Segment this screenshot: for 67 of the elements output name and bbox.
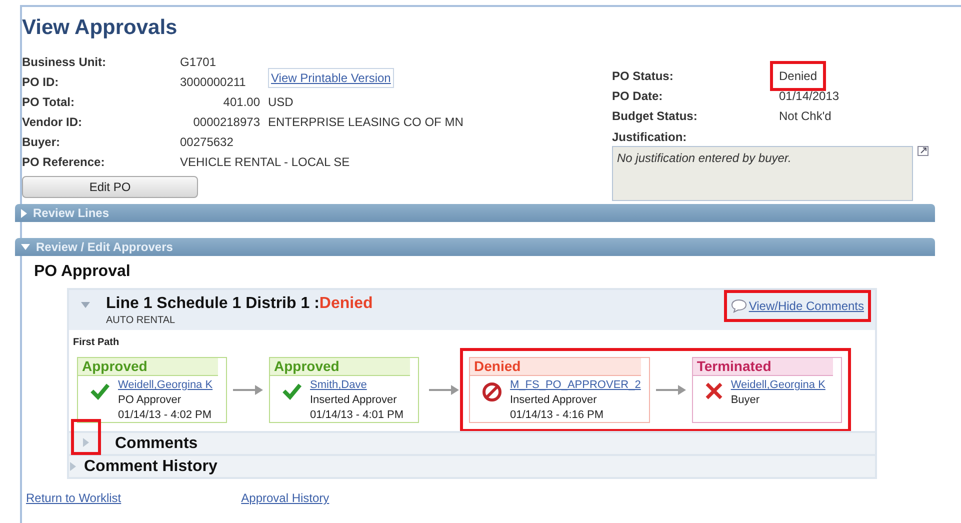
section-heading: PO Approval	[34, 262, 132, 282]
field-label: PO Total:	[22, 94, 76, 111]
field-label: Buyer:	[22, 134, 62, 151]
collapsed-triangle-icon[interactable]	[70, 462, 76, 471]
approval-time: 01/14/13 - 4:02 PM	[118, 408, 213, 423]
approver-link[interactable]: Weidell,Georgina K	[730, 378, 826, 393]
step-status: Terminated	[692, 358, 833, 376]
collapsed-triangle-icon[interactable]	[21, 208, 27, 218]
field-label: Vendor ID:	[22, 114, 84, 131]
edit-po-button[interactable]: Edit PO	[22, 176, 198, 198]
field-label: Business Unit:	[22, 54, 108, 71]
view-hide-comments-link[interactable]: View/Hide Comments	[748, 297, 864, 315]
approval-time: 01/14/13 - 4:01 PM	[310, 408, 404, 423]
field-value: 401.00	[222, 94, 260, 111]
justification-field[interactable]: No justification entered by buyer.	[612, 146, 913, 201]
expanded-triangle-icon[interactable]	[21, 244, 30, 250]
speech-bubble-icon	[730, 299, 747, 313]
field-label: Justification:	[612, 129, 688, 146]
arrow-icon	[429, 385, 459, 395]
field-value: G1701	[180, 54, 218, 71]
arrow-icon	[233, 385, 263, 395]
line-subtitle: AUTO RENTAL	[106, 314, 176, 328]
approver-role: Inserted Approver	[510, 393, 598, 408]
footer-link[interactable]: Return to Worklist	[26, 489, 122, 507]
prohibited-icon	[482, 382, 502, 402]
subsection-header[interactable]: Comments	[69, 431, 875, 454]
check-icon	[282, 382, 302, 400]
expand-icon[interactable]	[915, 146, 929, 158]
field-value: USD	[268, 94, 294, 111]
expanded-triangle-icon[interactable]	[81, 302, 90, 308]
subsection-header[interactable]: Comment History	[69, 454, 875, 477]
approver-link[interactable]: Weidell,Georgina K	[118, 378, 213, 393]
page-title: View Approvals	[22, 15, 178, 41]
section-title: Review / Edit Approvers	[36, 239, 173, 256]
step-status: Denied	[470, 358, 641, 376]
approver-role: Buyer	[730, 393, 761, 408]
arrow-icon	[656, 385, 686, 395]
approver-link[interactable]: Smith,Dave	[310, 378, 404, 393]
approver-role: Inserted Approver	[310, 393, 398, 408]
field-value: ENTERPRISE LEASING CO OF MN	[268, 114, 464, 131]
field-value: VEHICLE RENTAL - LOCAL SE	[180, 154, 350, 171]
field-label: PO Reference:	[22, 154, 106, 171]
field-value: Not Chk'd	[779, 108, 832, 125]
check-icon	[90, 382, 110, 400]
approver-link[interactable]: M_FS_PO_APPROVER_2	[510, 378, 641, 393]
approval-time: 01/14/13 - 4:16 PM	[510, 408, 605, 423]
footer-link[interactable]: Approval History	[241, 489, 330, 507]
collapsed-triangle-icon[interactable]	[83, 438, 89, 446]
field-value: 01/14/2013	[779, 88, 840, 105]
approver-role: PO Approver	[118, 393, 182, 408]
field-label: PO Date:	[612, 88, 664, 105]
step-status: Approved	[78, 358, 218, 376]
subsection-title: Comments	[115, 434, 198, 454]
field-label: PO ID:	[22, 74, 60, 91]
section-title: Review Lines	[33, 205, 110, 222]
field-label: PO Status:	[612, 68, 674, 85]
field-value: 00275632	[180, 134, 234, 151]
field-value: 3000000211	[180, 74, 247, 91]
field-label: Budget Status:	[612, 108, 698, 125]
cross-icon	[704, 382, 723, 400]
field-value: Denied	[779, 69, 818, 83]
subsection-title: Comment History	[84, 456, 218, 476]
path-title: First Path	[73, 336, 120, 350]
field-value: 0000218973	[192, 114, 260, 131]
line-title: Line 1 Schedule 1 Distrib 1 :Denied	[106, 294, 373, 313]
step-status: Approved	[270, 358, 410, 376]
printable-version-link[interactable]: View Printable Version	[268, 68, 394, 88]
